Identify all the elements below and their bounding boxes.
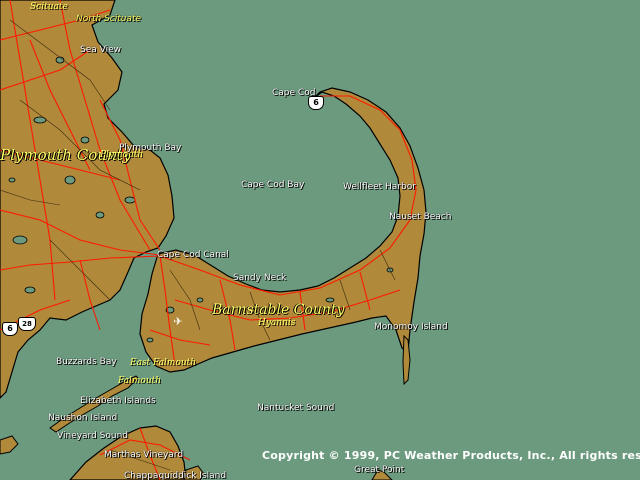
label-naushon-island: Naushon Island <box>48 413 118 423</box>
label-cape-cod-bay: Cape Cod Bay <box>241 180 305 190</box>
label-cape-cod: Cape Cod <box>272 88 316 98</box>
label-elizabeth-islands: Elizabeth Islands <box>80 396 156 406</box>
label-plymouth-bay: Plymouth Bay <box>119 143 182 153</box>
label-buzzards-bay: Buzzards Bay <box>56 357 117 367</box>
label-sea-view: Sea View <box>80 45 121 55</box>
town-label-hyannis: Hyannis <box>258 318 296 328</box>
route-6-shield-west: 6 <box>2 322 18 336</box>
route-6-shield-north: 6 <box>308 96 324 110</box>
town-label-scituate: Scituate <box>30 2 68 12</box>
label-vineyard-sound: Vineyard Sound <box>57 431 128 441</box>
label-north-scituate: North Scituate <box>76 14 142 24</box>
label-cape-cod-canal: Cape Cod Canal <box>157 250 229 260</box>
label-marthas-vineyard: Marthas Vineyard <box>104 450 184 460</box>
town-label-east-falmouth: East Falmouth <box>130 358 197 368</box>
route-28-shield: 28 <box>18 317 36 331</box>
label-wellfleet-harbor: Wellfleet Harbor <box>343 182 416 192</box>
map-view[interactable]: 6 6 28 Plymouth County Barnstable County… <box>0 0 640 480</box>
label-chappaquiddick-island: Chappaquiddick Island <box>124 471 227 480</box>
label-nantucket-sound: Nantucket Sound <box>257 403 335 413</box>
county-label-barnstable: Barnstable County <box>212 302 345 318</box>
label-monomoy-island: Monomoy Island <box>374 322 448 332</box>
airport-icon: ✈ <box>173 315 183 328</box>
label-great-point: Great Point <box>354 465 405 475</box>
label-nauset-beach: Nauset Beach <box>389 212 452 222</box>
label-sandy-neck: Sandy Neck <box>233 273 287 283</box>
town-label-falmouth: Falmouth <box>118 376 162 386</box>
copyright-notice: Copyright © 1999, PC Weather Products, I… <box>262 449 640 462</box>
